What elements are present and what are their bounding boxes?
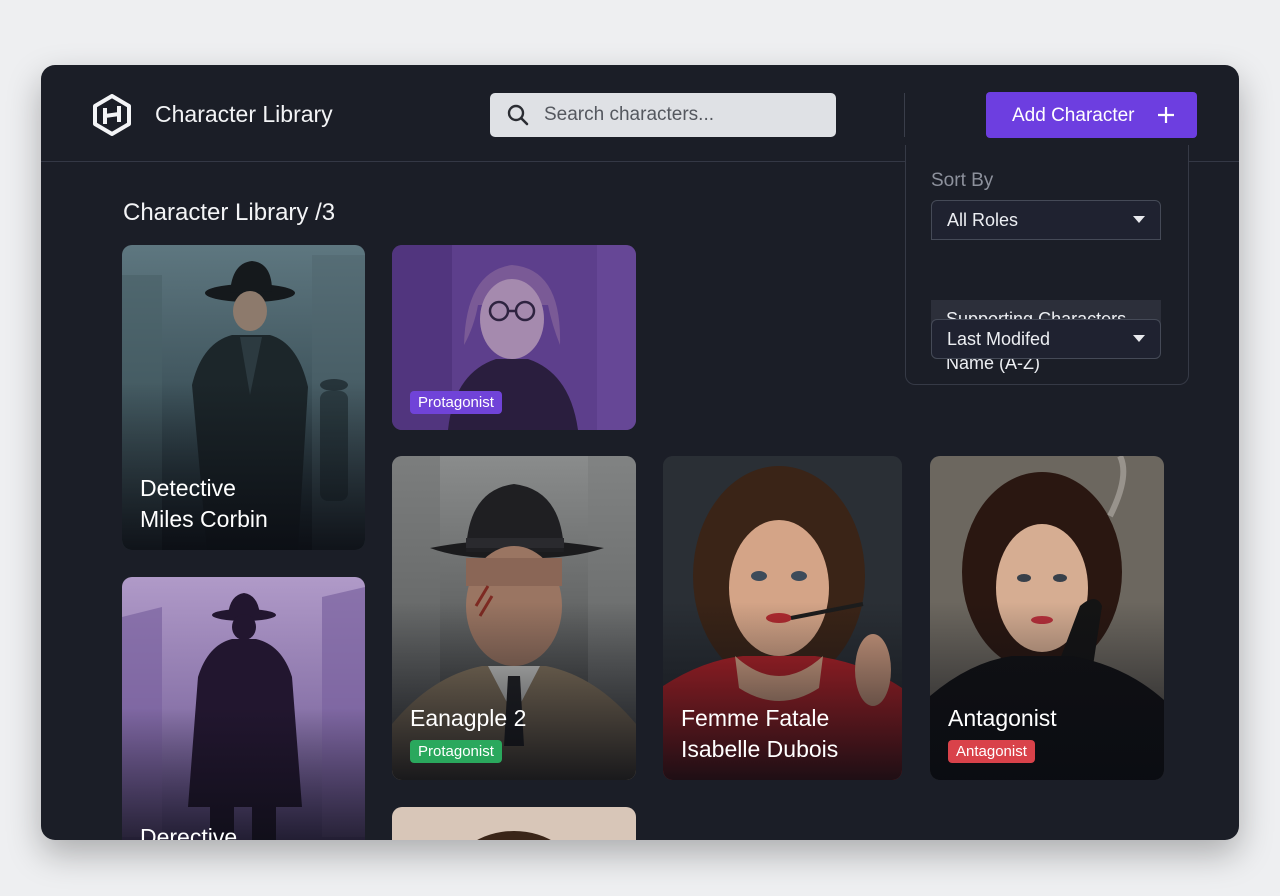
search-input[interactable] — [544, 93, 824, 137]
character-name: Eanagple 2 — [410, 705, 527, 731]
character-name: Detective Miles Corbin — [140, 473, 268, 535]
card-shade — [122, 707, 365, 840]
role-badge: Protagonist — [410, 391, 502, 414]
search-icon — [507, 104, 529, 126]
plus-icon — [1158, 107, 1174, 123]
app-title: Character Library — [155, 101, 333, 127]
page-title: Character Library /3 — [123, 199, 336, 226]
character-card-femme-fatale[interactable]: Femme Fatale Isabelle Dubois — [663, 456, 902, 780]
add-character-label: Add Character — [1012, 105, 1135, 126]
sort-order-select[interactable]: Last Modifed — [931, 319, 1161, 359]
caret-down-icon — [1133, 216, 1145, 223]
role-badge: Antagonist — [948, 740, 1035, 763]
character-name-line2: Isabelle Dubois — [681, 736, 839, 762]
character-card-partial[interactable] — [392, 807, 636, 840]
add-character-button[interactable]: Add Character — [986, 92, 1197, 138]
character-card-derective[interactable]: Derective — [122, 577, 365, 840]
character-card-protagonist-woman[interactable]: Protagonist — [392, 245, 636, 430]
search-bar[interactable] — [490, 93, 836, 137]
app-logo-icon[interactable] — [91, 94, 133, 136]
sort-panel: Sort By All Roles Supporting Characters … — [905, 145, 1189, 385]
character-name: Femme Fatale Isabelle Dubois — [681, 703, 838, 765]
character-name-line2: Miles Corbin — [140, 506, 268, 532]
card-image — [392, 807, 636, 840]
role-badge: Protagonist — [410, 740, 502, 763]
character-card-antagonist[interactable]: Antagonist Antagonist — [930, 456, 1164, 780]
role-filter-select[interactable]: All Roles — [931, 200, 1161, 240]
character-name-line1: Detective — [140, 475, 236, 501]
character-card-detective-miles-corbin[interactable]: Detective Miles Corbin — [122, 245, 365, 550]
sort-by-label: Sort By — [931, 170, 994, 191]
character-name: Antagonist — [948, 705, 1057, 731]
role-filter-value: All Roles — [947, 210, 1019, 230]
app-window: Character Library Add Character Characte… — [41, 65, 1239, 840]
character-card-eanagple-2[interactable]: Eanagple 2 Protagonist — [392, 456, 636, 780]
sort-order-value: Last Modifed — [947, 329, 1051, 349]
header-divider — [904, 93, 905, 137]
character-name-line1: Femme Fatale — [681, 705, 830, 731]
caret-down-icon — [1133, 335, 1145, 342]
character-name: Derective — [140, 824, 238, 840]
